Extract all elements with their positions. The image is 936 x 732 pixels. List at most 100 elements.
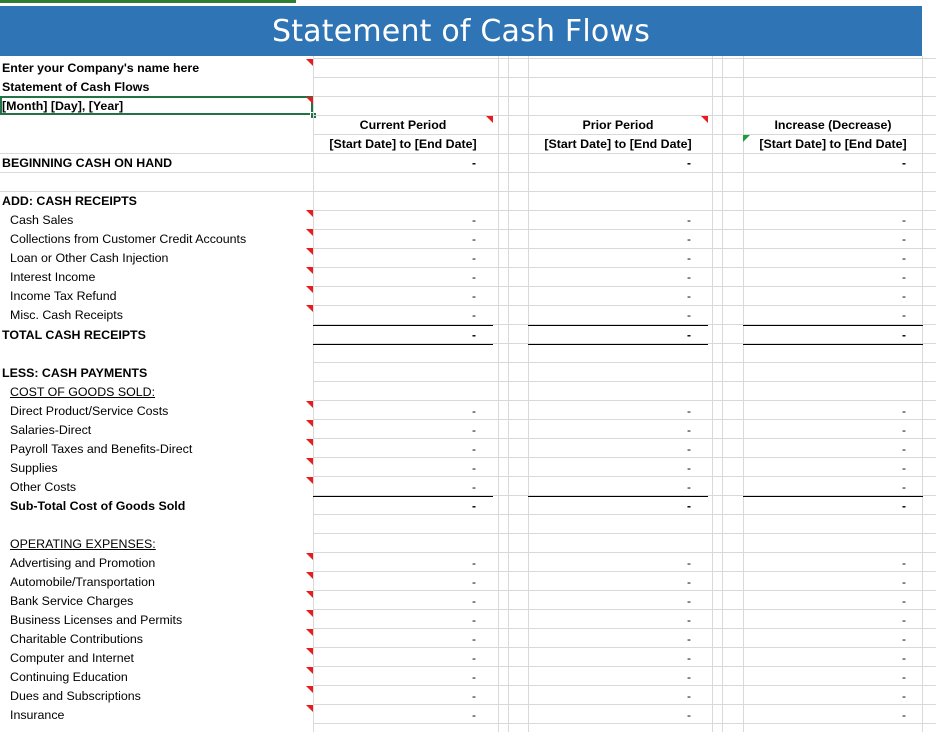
value-cell[interactable]: - bbox=[313, 326, 476, 345]
row-label[interactable]: TOTAL CASH RECEIPTS bbox=[2, 326, 146, 345]
value-cell[interactable]: - bbox=[313, 630, 476, 649]
value-cell[interactable]: - bbox=[743, 573, 906, 592]
comment-indicator[interactable] bbox=[306, 553, 313, 560]
row-label[interactable]: Cash Sales bbox=[10, 211, 73, 230]
value-cell[interactable]: - bbox=[528, 249, 691, 268]
row-label[interactable]: Other Costs bbox=[10, 478, 76, 497]
row-label[interactable]: Salaries-Direct bbox=[10, 421, 91, 440]
comment-indicator[interactable] bbox=[306, 439, 313, 446]
column-header-increase-decrease[interactable]: Increase (Decrease) bbox=[743, 116, 923, 135]
comment-indicator[interactable] bbox=[306, 420, 313, 427]
comment-indicator[interactable] bbox=[306, 648, 313, 655]
value-cell[interactable]: - bbox=[313, 706, 476, 725]
comment-indicator[interactable] bbox=[306, 229, 313, 236]
value-cell[interactable]: - bbox=[528, 611, 691, 630]
value-cell[interactable]: - bbox=[528, 459, 691, 478]
value-cell[interactable]: - bbox=[743, 478, 906, 497]
value-cell[interactable]: - bbox=[743, 611, 906, 630]
value-cell[interactable]: - bbox=[528, 306, 691, 325]
value-cell[interactable]: - bbox=[743, 687, 906, 706]
value-cell[interactable]: - bbox=[528, 211, 691, 230]
comment-indicator[interactable] bbox=[306, 591, 313, 598]
value-cell[interactable]: - bbox=[313, 421, 476, 440]
value-cell[interactable]: - bbox=[743, 554, 906, 573]
comment-indicator[interactable] bbox=[306, 705, 313, 712]
comment-indicator[interactable] bbox=[701, 116, 708, 123]
value-cell[interactable]: - bbox=[528, 687, 691, 706]
value-cell[interactable]: - bbox=[528, 326, 691, 345]
column-range-increase-decrease[interactable]: [Start Date] to [End Date] bbox=[743, 135, 923, 154]
value-cell[interactable]: - bbox=[743, 249, 906, 268]
row-label[interactable]: Supplies bbox=[10, 459, 58, 478]
value-cell[interactable]: - bbox=[528, 440, 691, 459]
comment-indicator[interactable] bbox=[306, 305, 313, 312]
row-label[interactable]: LESS: CASH PAYMENTS bbox=[2, 364, 147, 383]
comment-indicator[interactable] bbox=[306, 248, 313, 255]
value-cell[interactable]: - bbox=[528, 554, 691, 573]
value-cell[interactable]: - bbox=[313, 592, 476, 611]
value-cell[interactable]: - bbox=[743, 630, 906, 649]
value-cell[interactable]: - bbox=[528, 497, 691, 516]
value-cell[interactable]: - bbox=[743, 706, 906, 725]
comment-indicator[interactable] bbox=[306, 667, 313, 674]
value-cell[interactable]: - bbox=[743, 649, 906, 668]
row-label[interactable]: ADD: CASH RECEIPTS bbox=[2, 192, 137, 211]
statement-name-cell[interactable]: Statement of Cash Flows bbox=[2, 78, 149, 97]
value-cell[interactable]: - bbox=[743, 287, 906, 306]
row-label[interactable]: Interest Income bbox=[10, 268, 95, 287]
row-label[interactable]: Misc. Cash Receipts bbox=[10, 306, 123, 325]
row-label[interactable]: Income Tax Refund bbox=[10, 287, 117, 306]
value-cell[interactable]: - bbox=[528, 668, 691, 687]
comment-indicator[interactable] bbox=[306, 267, 313, 274]
value-cell[interactable]: - bbox=[743, 668, 906, 687]
value-cell[interactable]: - bbox=[313, 154, 476, 173]
row-label[interactable]: Continuing Education bbox=[10, 668, 128, 687]
row-label[interactable]: Loan or Other Cash Injection bbox=[10, 249, 168, 268]
row-label[interactable]: Collections from Customer Credit Account… bbox=[10, 230, 246, 249]
value-cell[interactable]: - bbox=[743, 459, 906, 478]
value-cell[interactable]: - bbox=[313, 554, 476, 573]
value-cell[interactable]: - bbox=[313, 440, 476, 459]
comment-indicator[interactable] bbox=[306, 286, 313, 293]
comment-indicator[interactable] bbox=[306, 572, 313, 579]
comment-indicator[interactable] bbox=[306, 59, 313, 66]
value-cell[interactable]: - bbox=[528, 592, 691, 611]
value-cell[interactable]: - bbox=[313, 687, 476, 706]
comment-indicator[interactable] bbox=[306, 97, 313, 104]
row-label[interactable]: Dues and Subscriptions bbox=[10, 687, 141, 706]
column-range-current-period[interactable]: [Start Date] to [End Date] bbox=[313, 135, 493, 154]
value-cell[interactable]: - bbox=[528, 421, 691, 440]
value-cell[interactable]: - bbox=[528, 706, 691, 725]
company-name-cell[interactable]: Enter your Company's name here bbox=[2, 59, 199, 78]
column-range-prior-period[interactable]: [Start Date] to [End Date] bbox=[528, 135, 708, 154]
value-cell[interactable]: - bbox=[313, 287, 476, 306]
value-cell[interactable]: - bbox=[743, 402, 906, 421]
error-indicator[interactable] bbox=[743, 135, 750, 142]
comment-indicator[interactable] bbox=[306, 458, 313, 465]
value-cell[interactable]: - bbox=[313, 497, 476, 516]
value-cell[interactable]: - bbox=[313, 402, 476, 421]
row-label[interactable]: OPERATING EXPENSES: bbox=[10, 535, 156, 554]
value-cell[interactable]: - bbox=[743, 326, 906, 345]
value-cell[interactable]: - bbox=[313, 478, 476, 497]
row-label[interactable]: Business Licenses and Permits bbox=[10, 611, 182, 630]
value-cell[interactable]: - bbox=[313, 649, 476, 668]
comment-indicator[interactable] bbox=[306, 686, 313, 693]
value-cell[interactable]: - bbox=[528, 154, 691, 173]
comment-indicator[interactable] bbox=[306, 629, 313, 636]
row-label[interactable]: Insurance bbox=[10, 706, 64, 725]
row-label[interactable]: Bank Service Charges bbox=[10, 592, 133, 611]
comment-indicator[interactable] bbox=[306, 477, 313, 484]
column-header-current-period[interactable]: Current Period bbox=[313, 116, 493, 135]
value-cell[interactable]: - bbox=[313, 268, 476, 287]
row-label[interactable]: Sub-Total Cost of Goods Sold bbox=[10, 497, 185, 516]
value-cell[interactable]: - bbox=[743, 154, 906, 173]
value-cell[interactable]: - bbox=[313, 306, 476, 325]
comment-indicator[interactable] bbox=[306, 610, 313, 617]
value-cell[interactable]: - bbox=[743, 592, 906, 611]
value-cell[interactable]: - bbox=[313, 573, 476, 592]
comment-indicator[interactable] bbox=[306, 210, 313, 217]
row-label[interactable]: Computer and Internet bbox=[10, 649, 134, 668]
value-cell[interactable]: - bbox=[743, 440, 906, 459]
value-cell[interactable]: - bbox=[528, 230, 691, 249]
